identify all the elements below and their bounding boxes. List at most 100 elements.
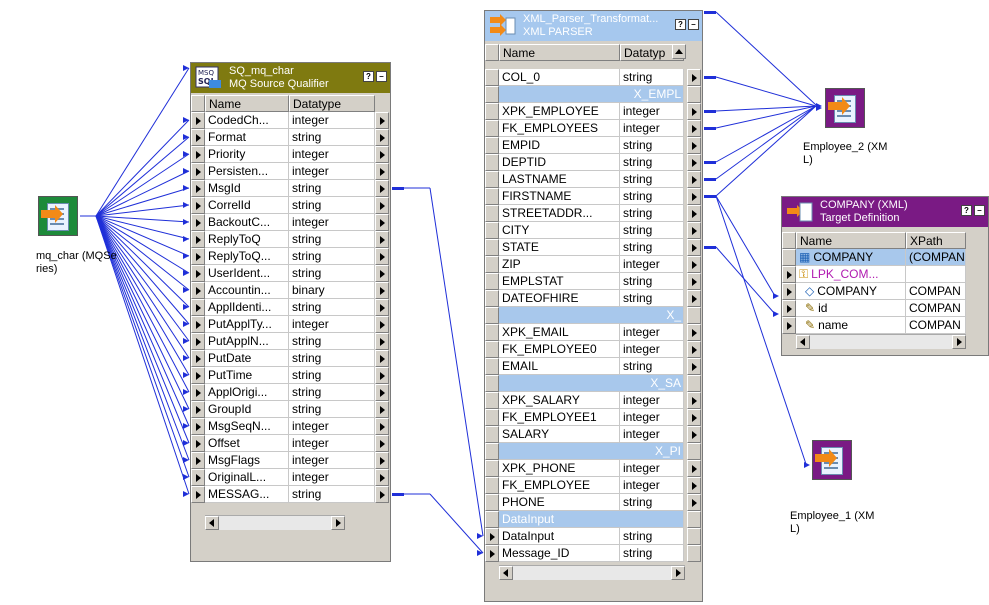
table-row[interactable]: STATE string [485,239,702,256]
row-input-port[interactable] [782,317,796,334]
table-row[interactable]: MsgId string [191,180,375,197]
table-row[interactable]: ReplyToQ... string [191,248,375,265]
table-row[interactable]: MsgSeqN... integer [191,418,375,435]
parser-header[interactable]: XML_Parser_Transformat... XML PARSER ? – [485,11,702,41]
table-row[interactable]: FK_EMPLOYEES integer [485,120,702,137]
table-row[interactable]: FK_EMPLOYEE integer [485,477,702,494]
table-row[interactable]: Persisten... integer [191,163,375,180]
row-output-port[interactable] [687,273,701,290]
row-input-port[interactable] [191,129,205,146]
table-row[interactable]: FK_EMPLOYEE1 integer [485,409,702,426]
source-qualifier-panel[interactable]: MSQ SQL SQ_mq_char MQ Source Qualifier ?… [190,62,391,562]
row-input-port[interactable] [191,265,205,282]
row-input-port[interactable] [191,333,205,350]
company-target-panel[interactable]: COMPANY (XML) Target Definition ? – Name X… [781,196,989,356]
row-output-port[interactable] [375,333,389,350]
table-row[interactable]: ApplOrigi... string [191,384,375,401]
row-output-port[interactable] [687,103,701,120]
table-row[interactable]: ReplyToQ string [191,231,375,248]
row-output-port[interactable] [375,180,389,197]
table-row[interactable]: PutApplTy... integer [191,316,375,333]
sq-minimize-button[interactable]: – [376,71,387,82]
table-row[interactable]: STREETADDR... string [485,205,702,222]
table-row[interactable]: UserIdent... string [191,265,375,282]
row-output-port[interactable] [375,469,389,486]
row-input-port[interactable] [485,545,499,562]
row-output-port[interactable] [375,418,389,435]
row-output-port[interactable] [687,188,701,205]
sq-info-button[interactable]: ? [363,71,374,82]
table-row[interactable]: Priority integer [191,146,375,163]
sq-col-name-header[interactable]: Name [205,95,289,112]
table-row[interactable]: SALARY integer [485,426,702,443]
table-row[interactable]: CorrelId string [191,197,375,214]
table-row[interactable]: ZIP integer [485,256,702,273]
group-header-row[interactable]: X_EMPL [485,86,702,103]
table-row[interactable]: XPK_PHONE integer [485,460,702,477]
table-row[interactable]: DEPTID string [485,154,702,171]
row-output-port[interactable] [687,222,701,239]
sq-horizontal-scrollbar[interactable] [205,515,345,530]
row-output-port[interactable] [375,452,389,469]
table-row[interactable]: Accountin... binary [191,282,375,299]
table-row[interactable]: PHONE string [485,494,702,511]
row-output-port[interactable] [687,137,701,154]
row-output-port[interactable] [375,367,389,384]
row-input-port[interactable] [782,300,796,317]
table-row[interactable]: GroupId string [191,401,375,418]
row-input-port[interactable] [191,486,205,503]
row-input-port[interactable] [191,197,205,214]
row-input-port[interactable] [191,299,205,316]
employee1-target-icon[interactable] [812,440,852,480]
parser-info-button[interactable]: ? [675,19,686,30]
row-output-port[interactable] [375,231,389,248]
row-input-port[interactable] [191,384,205,401]
row-output-port[interactable] [375,129,389,146]
row-output-port[interactable] [375,316,389,333]
row-output-port[interactable] [687,341,701,358]
row-input-port[interactable] [191,367,205,384]
row-input-port[interactable] [191,435,205,452]
row-input-port[interactable] [485,528,499,545]
row-output-port[interactable] [687,154,701,171]
table-row[interactable]: OriginalL... integer [191,469,375,486]
table-row[interactable]: PutApplN... string [191,333,375,350]
sq-header[interactable]: MSQ SQL SQ_mq_char MQ Source Qualifier ?… [191,63,390,93]
row-output-port[interactable] [375,282,389,299]
row-output-port[interactable] [687,239,701,256]
row-output-port[interactable] [687,256,701,273]
row-output-port[interactable] [687,460,701,477]
table-row[interactable]: CITY string [485,222,702,239]
row-output-port[interactable] [375,197,389,214]
row-output-port[interactable] [375,248,389,265]
row-input-port[interactable] [191,248,205,265]
xml-parser-panel[interactable]: XML_Parser_Transformat... XML PARSER ? – … [484,10,703,602]
row-input-port[interactable] [191,180,205,197]
table-row[interactable]: LASTNAME string [485,171,702,188]
table-row[interactable]: CodedCh... integer [191,112,375,129]
scroll-left-button[interactable] [499,566,513,580]
row-input-port[interactable] [191,350,205,367]
row-output-port[interactable] [687,477,701,494]
row-output-port[interactable] [375,435,389,452]
table-row[interactable]: EMAIL string [485,358,702,375]
row-output-port[interactable] [375,299,389,316]
row-input-port[interactable] [782,283,796,300]
row-output-port[interactable] [375,163,389,180]
row-output-port[interactable] [687,324,701,341]
row-output-port[interactable] [687,69,701,86]
row-output-port[interactable] [375,146,389,163]
table-row[interactable]: ApplIdenti... string [191,299,375,316]
scroll-right-button[interactable] [331,516,345,530]
row-input-port[interactable] [191,231,205,248]
company-col-xpath-header[interactable]: XPath [906,232,966,249]
row-output-port[interactable] [687,120,701,137]
group-header-row[interactable]: DataInput [485,511,702,528]
table-row[interactable]: BackoutC... integer [191,214,375,231]
table-row[interactable]: Offset integer [191,435,375,452]
row-output-port[interactable] [687,205,701,222]
table-row[interactable]: DataInput string [485,528,702,545]
table-row[interactable]: EMPID string [485,137,702,154]
parser-scroll-up-button[interactable] [672,44,686,59]
sq-col-datatype-header[interactable]: Datatype [289,95,375,112]
